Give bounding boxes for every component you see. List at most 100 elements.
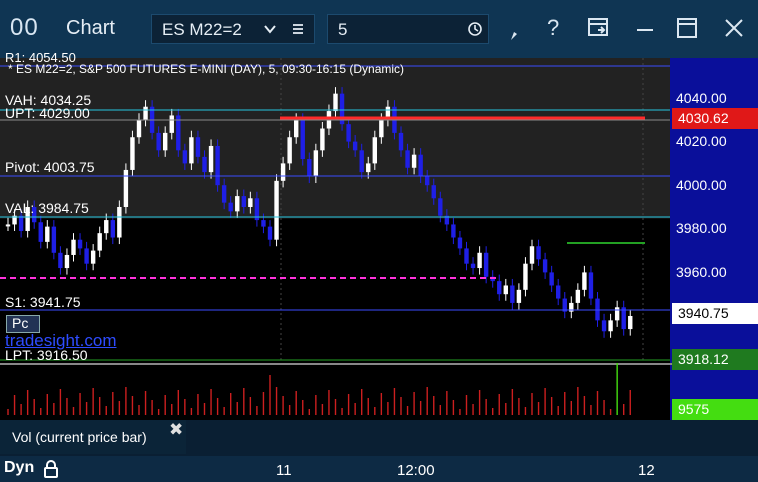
candle-body bbox=[536, 246, 541, 260]
candle-body bbox=[464, 248, 469, 264]
last-price-box: 3940.75 bbox=[672, 303, 758, 324]
upt-price-box: 4030.62 bbox=[672, 108, 758, 129]
candle-body bbox=[117, 207, 122, 238]
candle-body bbox=[359, 150, 364, 173]
candle-body bbox=[38, 222, 43, 242]
clock-icon[interactable] bbox=[467, 21, 483, 42]
time-axis-label: 11 bbox=[276, 462, 292, 479]
candle-body bbox=[549, 272, 554, 286]
candle-body bbox=[503, 285, 508, 295]
lock-icon[interactable] bbox=[42, 459, 60, 482]
candle-body bbox=[51, 226, 57, 253]
candle-body bbox=[628, 316, 633, 330]
candle-body bbox=[202, 156, 207, 173]
candle-body bbox=[398, 132, 404, 151]
time-axis-label: 12 bbox=[638, 462, 655, 479]
candle-body bbox=[595, 298, 600, 321]
candle-body bbox=[313, 150, 319, 177]
candle-body bbox=[614, 307, 620, 321]
candle-body bbox=[523, 263, 528, 290]
candle-body bbox=[189, 137, 194, 164]
draw-tool-icon[interactable] bbox=[508, 22, 520, 48]
candle-body bbox=[470, 263, 476, 269]
price-chart[interactable] bbox=[0, 58, 758, 456]
candle-body bbox=[143, 106, 148, 120]
chevron-down-icon[interactable] bbox=[262, 21, 278, 42]
candle-body bbox=[529, 246, 535, 264]
candle-body bbox=[274, 180, 279, 240]
template-icon[interactable] bbox=[586, 16, 610, 46]
candle-body bbox=[575, 289, 581, 303]
help-icon[interactable]: ? bbox=[544, 14, 562, 46]
candle-body bbox=[438, 198, 443, 216]
candle-body bbox=[248, 198, 253, 207]
candle-body bbox=[241, 196, 246, 207]
candle-body bbox=[333, 93, 338, 112]
candle-body bbox=[136, 119, 142, 138]
candle-body bbox=[621, 307, 626, 330]
candle-body bbox=[379, 119, 384, 138]
candle-body bbox=[110, 220, 115, 238]
candle-body bbox=[516, 289, 522, 303]
chart-canvas[interactable] bbox=[0, 58, 758, 456]
candle-body bbox=[411, 154, 417, 168]
candle-body bbox=[608, 320, 613, 332]
candle-body bbox=[556, 285, 561, 299]
interval-selector[interactable]: 5 bbox=[327, 14, 489, 44]
candle-body bbox=[18, 215, 24, 231]
window-titlebar: 00 Chart ES M22=2 5 ? bbox=[0, 0, 758, 58]
close-icon[interactable] bbox=[722, 16, 746, 46]
candle-body bbox=[235, 196, 240, 212]
candle-body bbox=[156, 132, 161, 151]
candle-body bbox=[77, 239, 83, 249]
time-axis-label: 12:00 bbox=[397, 462, 435, 479]
candle-body bbox=[431, 185, 436, 199]
candle-body bbox=[372, 137, 377, 164]
candle-body bbox=[261, 220, 266, 227]
candle-body bbox=[123, 169, 129, 207]
price-axis-label: 4020.00 bbox=[676, 133, 727, 149]
candle-body bbox=[90, 250, 96, 264]
candle-body bbox=[182, 150, 188, 164]
dynamic-mode-label[interactable]: Dyn bbox=[4, 459, 34, 477]
svg-text:?: ? bbox=[547, 15, 559, 40]
candle-body bbox=[169, 115, 174, 133]
candle-body bbox=[195, 137, 201, 157]
instrument-value: ES M22=2 bbox=[162, 20, 242, 39]
candle-body bbox=[542, 259, 548, 273]
menu-icon[interactable] bbox=[290, 21, 306, 42]
candle-body bbox=[601, 320, 607, 332]
candle-body bbox=[294, 119, 299, 138]
candle-body bbox=[457, 237, 463, 249]
volume-panel-text: Vol (current price bar) bbox=[12, 429, 147, 445]
price-axis-label: 3980.00 bbox=[676, 220, 727, 236]
watermark-link[interactable]: tradesight.com bbox=[5, 332, 117, 349]
candle-body bbox=[582, 272, 587, 290]
candle-body bbox=[425, 176, 430, 186]
candle-body bbox=[104, 220, 109, 234]
instrument-selector[interactable]: ES M22=2 bbox=[151, 14, 315, 44]
candle-body bbox=[45, 226, 50, 242]
candle-body bbox=[280, 163, 286, 181]
candle-body bbox=[208, 145, 214, 173]
pivot-label: Pivot: 4003.75 bbox=[5, 159, 95, 175]
candle-body bbox=[346, 124, 351, 142]
value-area-shade bbox=[0, 58, 670, 219]
s1-label: S1: 3941.75 bbox=[5, 294, 81, 310]
candle-body bbox=[320, 128, 325, 151]
lpt-price-box: 3918.12 bbox=[672, 349, 758, 370]
lpt-label: LPT: 3916.50 bbox=[5, 347, 88, 363]
candle-body bbox=[163, 132, 168, 151]
val-label: VAL: 3984.75 bbox=[5, 200, 89, 216]
candle-body bbox=[588, 272, 594, 299]
price-axis-label: 3960.00 bbox=[676, 264, 727, 280]
candle-body bbox=[97, 233, 102, 251]
candle-body bbox=[287, 137, 292, 164]
maximize-icon[interactable] bbox=[676, 16, 698, 46]
candle-body bbox=[497, 281, 502, 295]
candle-body bbox=[221, 185, 227, 203]
minimize-icon[interactable] bbox=[634, 16, 656, 46]
candle-body bbox=[5, 224, 11, 227]
close-icon[interactable]: ✖ bbox=[169, 420, 183, 440]
candle-body bbox=[510, 285, 515, 303]
